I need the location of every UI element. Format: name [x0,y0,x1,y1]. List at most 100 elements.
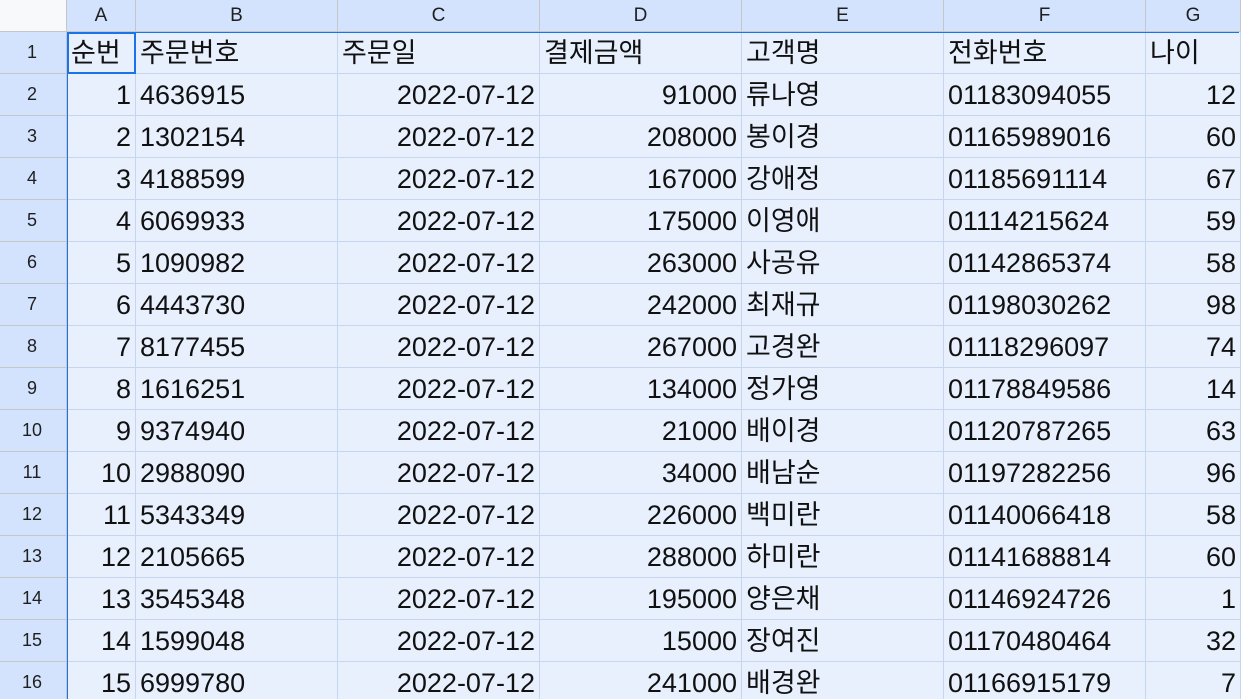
data-cell-g2[interactable]: 12 [1146,74,1241,116]
data-cell-e14[interactable]: 양은채 [742,578,944,620]
data-cell-c7[interactable]: 2022-07-12 [338,284,540,326]
data-cell-e10[interactable]: 배이경 [742,410,944,452]
data-cell-f12[interactable]: 01140066418 [944,494,1146,536]
data-cell-e16[interactable]: 배경완 [742,662,944,699]
data-cell-g12[interactable]: 58 [1146,494,1241,536]
data-cell-f4[interactable]: 01185691114 [944,158,1146,200]
data-cell-a15[interactable]: 14 [67,620,136,662]
data-cell-g10[interactable]: 63 [1146,410,1241,452]
data-cell-c6[interactable]: 2022-07-12 [338,242,540,284]
data-cell-b2[interactable]: 4636915 [136,74,338,116]
data-cell-g5[interactable]: 59 [1146,200,1241,242]
data-cell-e8[interactable]: 고경완 [742,326,944,368]
data-cell-e3[interactable]: 봉이경 [742,116,944,158]
data-cell-a8[interactable]: 7 [67,326,136,368]
select-all-corner[interactable] [0,0,67,32]
row-header-2[interactable]: 2 [0,74,67,116]
data-cell-g16[interactable]: 7 [1146,662,1241,699]
data-cell-g11[interactable]: 96 [1146,452,1241,494]
data-cell-a9[interactable]: 8 [67,368,136,410]
data-cell-f2[interactable]: 01183094055 [944,74,1146,116]
data-cell-g6[interactable]: 58 [1146,242,1241,284]
column-header-f[interactable]: F [944,0,1146,32]
data-cell-b7[interactable]: 4443730 [136,284,338,326]
data-cell-d16[interactable]: 241000 [540,662,742,699]
data-cell-b13[interactable]: 2105665 [136,536,338,578]
data-cell-e9[interactable]: 정가영 [742,368,944,410]
row-header-11[interactable]: 11 [0,452,67,494]
data-cell-a3[interactable]: 2 [67,116,136,158]
data-cell-f14[interactable]: 01146924726 [944,578,1146,620]
data-cell-d12[interactable]: 226000 [540,494,742,536]
data-cell-f3[interactable]: 01165989016 [944,116,1146,158]
data-cell-b10[interactable]: 9374940 [136,410,338,452]
data-cell-d13[interactable]: 288000 [540,536,742,578]
data-cell-c5[interactable]: 2022-07-12 [338,200,540,242]
data-cell-b8[interactable]: 8177455 [136,326,338,368]
data-cell-f9[interactable]: 01178849586 [944,368,1146,410]
data-cell-a11[interactable]: 10 [67,452,136,494]
row-header-12[interactable]: 12 [0,494,67,536]
data-cell-f11[interactable]: 01197282256 [944,452,1146,494]
header-cell-a[interactable]: 순번 [67,32,136,74]
data-cell-c10[interactable]: 2022-07-12 [338,410,540,452]
data-cell-e6[interactable]: 사공유 [742,242,944,284]
data-cell-g15[interactable]: 32 [1146,620,1241,662]
column-header-e[interactable]: E [742,0,944,32]
column-header-b[interactable]: B [136,0,338,32]
data-cell-c12[interactable]: 2022-07-12 [338,494,540,536]
header-cell-e[interactable]: 고객명 [742,32,944,74]
data-cell-g9[interactable]: 14 [1146,368,1241,410]
row-header-10[interactable]: 10 [0,410,67,452]
data-cell-b16[interactable]: 6999780 [136,662,338,699]
data-cell-b12[interactable]: 5343349 [136,494,338,536]
data-cell-d2[interactable]: 91000 [540,74,742,116]
data-cell-c15[interactable]: 2022-07-12 [338,620,540,662]
data-cell-d10[interactable]: 21000 [540,410,742,452]
data-cell-d11[interactable]: 34000 [540,452,742,494]
row-header-4[interactable]: 4 [0,158,67,200]
column-header-c[interactable]: C [338,0,540,32]
data-cell-f13[interactable]: 01141688814 [944,536,1146,578]
data-cell-d3[interactable]: 208000 [540,116,742,158]
data-cell-c4[interactable]: 2022-07-12 [338,158,540,200]
row-header-14[interactable]: 14 [0,578,67,620]
data-cell-f7[interactable]: 01198030262 [944,284,1146,326]
data-cell-a10[interactable]: 9 [67,410,136,452]
data-cell-b9[interactable]: 1616251 [136,368,338,410]
data-cell-a13[interactable]: 12 [67,536,136,578]
header-cell-b[interactable]: 주문번호 [136,32,338,74]
column-header-a[interactable]: A [67,0,136,32]
data-cell-d14[interactable]: 195000 [540,578,742,620]
data-cell-g13[interactable]: 60 [1146,536,1241,578]
row-header-8[interactable]: 8 [0,326,67,368]
data-cell-a4[interactable]: 3 [67,158,136,200]
row-header-16[interactable]: 16 [0,662,67,699]
data-cell-e5[interactable]: 이영애 [742,200,944,242]
row-header-5[interactable]: 5 [0,200,67,242]
row-header-3[interactable]: 3 [0,116,67,158]
data-cell-d9[interactable]: 134000 [540,368,742,410]
column-header-d[interactable]: D [540,0,742,32]
header-cell-g[interactable]: 나이 [1146,32,1241,74]
data-cell-a12[interactable]: 11 [67,494,136,536]
data-cell-e13[interactable]: 하미란 [742,536,944,578]
data-cell-e2[interactable]: 류나영 [742,74,944,116]
data-cell-c9[interactable]: 2022-07-12 [338,368,540,410]
data-cell-g7[interactable]: 98 [1146,284,1241,326]
data-cell-f6[interactable]: 01142865374 [944,242,1146,284]
row-header-1[interactable]: 1 [0,32,67,74]
data-cell-a5[interactable]: 4 [67,200,136,242]
data-cell-a14[interactable]: 13 [67,578,136,620]
data-cell-b15[interactable]: 1599048 [136,620,338,662]
data-cell-d6[interactable]: 263000 [540,242,742,284]
data-cell-c14[interactable]: 2022-07-12 [338,578,540,620]
data-cell-c2[interactable]: 2022-07-12 [338,74,540,116]
header-cell-c[interactable]: 주문일 [338,32,540,74]
data-cell-c8[interactable]: 2022-07-12 [338,326,540,368]
data-cell-d15[interactable]: 15000 [540,620,742,662]
data-cell-c11[interactable]: 2022-07-12 [338,452,540,494]
data-cell-g8[interactable]: 74 [1146,326,1241,368]
data-cell-f10[interactable]: 01120787265 [944,410,1146,452]
data-cell-g14[interactable]: 1 [1146,578,1241,620]
